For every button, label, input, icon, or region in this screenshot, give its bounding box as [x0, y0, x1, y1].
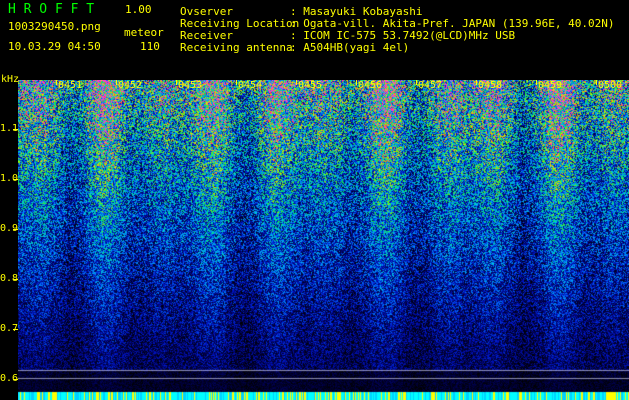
time-tick-mark [416, 80, 417, 85]
time-tick-label: 0458 [478, 80, 503, 91]
info-antenna-value: : A504HB(yagi 4el) [290, 41, 410, 54]
time-tick-mark [596, 80, 597, 85]
time-tick-label: 0452 [118, 80, 143, 91]
time-tick-mark [116, 80, 117, 85]
time-tick-label: 0453 [178, 80, 203, 91]
time-tick-label: 0500 [598, 80, 623, 91]
time-tick-mark [536, 80, 537, 85]
info-antenna-key: Receiving antenna [180, 41, 293, 54]
time-tick-mark [236, 80, 237, 85]
time-tick-label: 0457 [418, 80, 443, 91]
y-tick-mark [13, 179, 18, 180]
filename-label: 1003290450.png [8, 20, 101, 33]
y-tick-mark [13, 379, 18, 380]
y-tick-mark [13, 229, 18, 230]
count-label: 110 [140, 40, 160, 53]
spectrogram-canvas [18, 80, 629, 400]
time-tick-mark [356, 80, 357, 85]
time-tick-label: 0456 [358, 80, 383, 91]
time-tick-mark [56, 80, 57, 85]
y-tick-mark [13, 329, 18, 330]
time-tick-mark [476, 80, 477, 85]
y-tick-mark [13, 279, 18, 280]
time-tick-label: 0455 [298, 80, 323, 91]
time-tick-label: 0454 [238, 80, 263, 91]
y-tick-mark [13, 129, 18, 130]
app-title: H R O F F T [8, 2, 95, 17]
time-tick-mark [176, 80, 177, 85]
time-tick-label: 0459 [538, 80, 563, 91]
datetime-label: 10.03.29 04:50 [8, 40, 101, 53]
time-tick-mark [296, 80, 297, 85]
app-version: 1.00 [125, 3, 152, 16]
time-tick-label: 0451 [58, 80, 83, 91]
y-axis-unit: kHz [1, 74, 20, 85]
mode-label: meteor [124, 26, 164, 39]
